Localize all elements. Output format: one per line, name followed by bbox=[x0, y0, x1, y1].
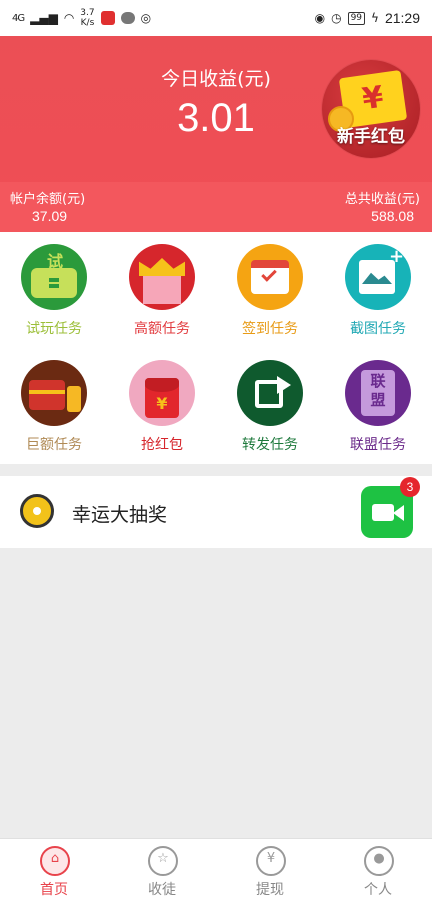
account-balance-label: 帐户余额(元) bbox=[10, 192, 86, 207]
earnings-header: 今日收益(元) 3.01 ¥ 新手红包 帐户余额(元) 37.09 总共收益(元… bbox=[0, 36, 432, 232]
newbie-red-packet-label: 新手红包 bbox=[337, 127, 405, 147]
nav-withdraw[interactable]: ¥ 提现 bbox=[216, 839, 324, 912]
task-share[interactable]: 转发任务 bbox=[216, 348, 324, 464]
app-notification-icon bbox=[100, 11, 115, 25]
share-task-icon bbox=[237, 360, 303, 426]
crown-task-icon bbox=[129, 244, 195, 310]
apprentice-icon: ☆ bbox=[148, 846, 178, 876]
balance-summary: 帐户余额(元) 37.09 总共收益(元) 588.08 bbox=[0, 182, 432, 232]
network-speed: 3.7 K/s bbox=[80, 8, 95, 28]
message-notification-icon bbox=[120, 12, 135, 24]
newbie-red-packet-button[interactable]: ¥ 新手红包 bbox=[322, 60, 420, 158]
task-grab-red-packet-label: 抢红包 bbox=[141, 437, 183, 453]
task-trial-label: 试玩任务 bbox=[26, 321, 82, 337]
lucky-wheel-icon bbox=[20, 494, 54, 528]
alarm-icon: ◷ bbox=[331, 11, 342, 25]
signal-indicator: 4G bbox=[12, 12, 25, 24]
sync-icon: ◎ bbox=[140, 11, 152, 25]
signal-bars-icon: ▂▄▆ bbox=[30, 11, 58, 25]
video-notification-badge: 3 bbox=[400, 477, 420, 497]
nav-profile-label: 个人 bbox=[364, 882, 392, 898]
envelope-yen-glyph: ¥ bbox=[156, 394, 168, 413]
task-high-value-label: 高额任务 bbox=[134, 321, 190, 337]
nav-profile[interactable]: ● 个人 bbox=[324, 839, 432, 912]
nav-home[interactable]: ⌂ 首页 bbox=[0, 839, 108, 912]
account-balance-value: 37.09 bbox=[32, 208, 68, 224]
task-grab-red-packet[interactable]: ¥ 抢红包 bbox=[108, 348, 216, 464]
treasure-task-icon bbox=[21, 360, 87, 426]
nav-apprentice-label: 收徒 bbox=[148, 882, 176, 898]
status-right: ◉ ◷ 99 ϟ 21:29 bbox=[315, 10, 420, 26]
task-big-reward-label: 巨额任务 bbox=[26, 437, 82, 453]
nav-apprentice[interactable]: ☆ 收徒 bbox=[108, 839, 216, 912]
task-alliance-label: 联盟任务 bbox=[350, 437, 406, 453]
nav-withdraw-label: 提现 bbox=[256, 882, 284, 898]
lucky-draw-row[interactable]: 幸运大抽奖 bbox=[0, 476, 432, 548]
red-envelope-task-icon: ¥ bbox=[129, 360, 195, 426]
clock: 21:29 bbox=[384, 10, 420, 26]
trial-task-icon: 试 bbox=[21, 244, 87, 310]
charging-icon: ϟ bbox=[371, 11, 379, 25]
profile-icon: ● bbox=[364, 846, 394, 876]
task-grid: 试 试玩任务 高额任务 签到任务 + 截图任务 巨额任务 ¥ 抢红包 转发任务 … bbox=[0, 232, 432, 464]
task-screenshot[interactable]: + 截图任务 bbox=[324, 232, 432, 348]
task-alliance[interactable]: 联 盟 联盟任务 bbox=[324, 348, 432, 464]
task-screenshot-label: 截图任务 bbox=[350, 321, 406, 337]
withdraw-icon: ¥ bbox=[256, 846, 286, 876]
trial-glyph: 试 bbox=[46, 252, 63, 271]
task-trial[interactable]: 试 试玩任务 bbox=[0, 232, 108, 348]
total-earnings-label: 总共收益(元) bbox=[344, 192, 420, 207]
video-camera-lens bbox=[393, 505, 404, 521]
battery-indicator: 99 bbox=[347, 11, 366, 25]
status-bar: 4G ▂▄▆ ◠ 3.7 K/s ◎ ◉ ◷ 99 ϟ 21:29 bbox=[0, 0, 432, 36]
alliance-task-icon: 联 盟 bbox=[345, 360, 411, 426]
nav-home-label: 首页 bbox=[40, 882, 68, 898]
screenshot-task-icon: + bbox=[345, 244, 411, 310]
home-icon: ⌂ bbox=[40, 846, 70, 876]
alliance-glyph: 联 盟 bbox=[370, 372, 386, 409]
task-share-label: 转发任务 bbox=[242, 437, 298, 453]
task-big-reward[interactable]: 巨额任务 bbox=[0, 348, 108, 464]
task-checkin-label: 签到任务 bbox=[242, 321, 298, 337]
bottom-nav: ⌂ 首页 ☆ 收徒 ¥ 提现 ● 个人 bbox=[0, 838, 432, 912]
video-camera-icon bbox=[372, 504, 394, 521]
eye-icon: ◉ bbox=[314, 11, 326, 25]
newbie-yen-symbol: ¥ bbox=[360, 79, 386, 118]
task-checkin[interactable]: 签到任务 bbox=[216, 232, 324, 348]
wifi-icon: ◠ bbox=[63, 11, 75, 25]
total-earnings-value: 588.08 bbox=[371, 208, 414, 224]
calendar-task-icon bbox=[237, 244, 303, 310]
status-left: 4G ▂▄▆ ◠ 3.7 K/s ◎ bbox=[12, 8, 151, 28]
lucky-draw-label: 幸运大抽奖 bbox=[72, 504, 168, 526]
task-high-value[interactable]: 高额任务 bbox=[108, 232, 216, 348]
